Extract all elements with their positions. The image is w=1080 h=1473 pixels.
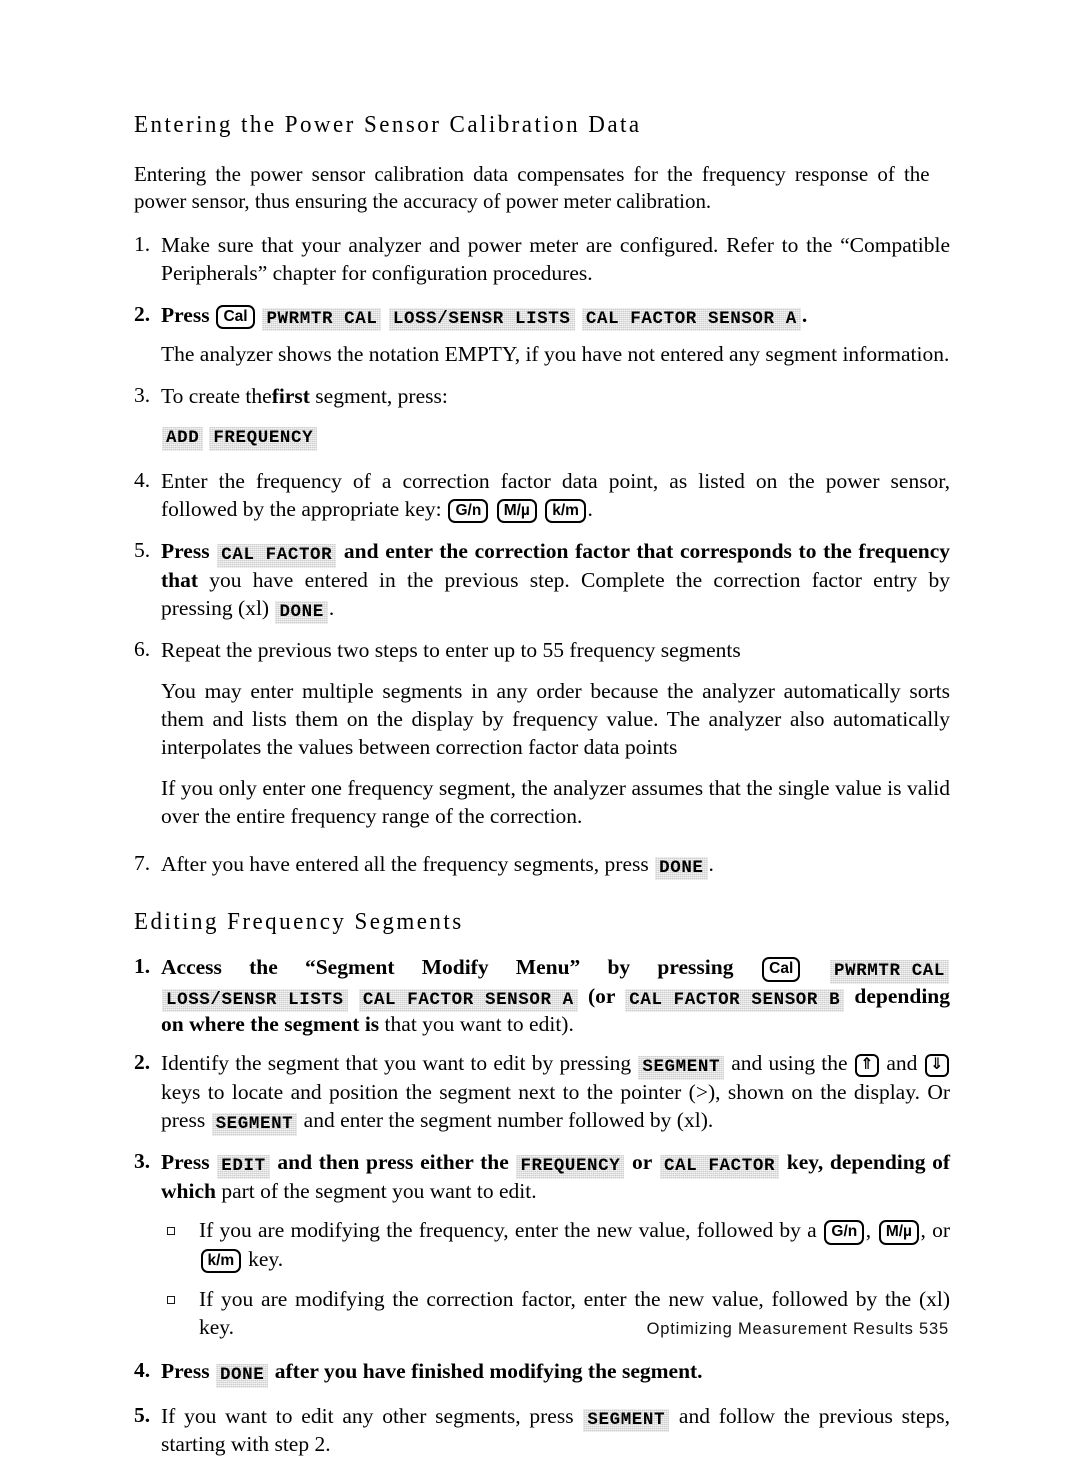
step6-paragraph-2: If you only enter one frequency segment,…: [161, 775, 950, 828]
bullet-text-a: If you are modifying the frequency, ente…: [199, 1218, 817, 1243]
step-item-5: 5. Press CAL FACTOR and enter the correc…: [134, 538, 950, 623]
softkey-loss-sensr-lists[interactable]: LOSS/SENSR LISTS: [389, 308, 575, 332]
hardkey-down-arrow-icon[interactable]: ⇓: [925, 1054, 949, 1078]
softkey-cal-factor[interactable]: CAL FACTOR: [217, 544, 336, 568]
square-bullet-icon: [167, 1227, 175, 1236]
hardkey-cal[interactable]: Cal: [216, 304, 255, 330]
step-item-7: 7. After you have entered all the freque…: [134, 851, 950, 880]
step-text-press: Press: [161, 1150, 210, 1175]
step-text-a: after you have finished modifying the se…: [274, 1359, 703, 1384]
edit-step-item-2: 2. Identify the segment that you want to…: [134, 1050, 950, 1135]
step-text-c: that you want to edit).: [384, 1012, 574, 1037]
step-number: 5.: [134, 538, 151, 563]
hardkey-k-m[interactable]: k/m: [545, 498, 586, 524]
softkey-pwrmtr-cal[interactable]: PWRMTR CAL: [262, 308, 381, 332]
step-text-a: Access the “Segment Modify Menu” by pres…: [161, 955, 734, 980]
edit-step-item-1: 1. Access the “Segment Modify Menu” by p…: [134, 954, 950, 1039]
step-period: .: [708, 851, 714, 876]
softkey-segment[interactable]: SEGMENT: [638, 1056, 724, 1080]
intro-paragraph: Entering the power sensor calibration da…: [134, 161, 930, 214]
step-number: 6.: [134, 637, 151, 662]
step3-softkey-row: ADD FREQUENCY: [161, 426, 950, 450]
step-text: After you have entered all the frequency…: [161, 851, 649, 876]
step-text-press: Press: [161, 1359, 210, 1384]
step-text-press: Press: [161, 302, 210, 327]
step-item-6: 6. Repeat the previous two steps to ente…: [134, 637, 950, 831]
softkey-cal-factor-sensor-a[interactable]: CAL FACTOR SENSOR A: [359, 989, 578, 1013]
step-text-a: Identify the segment that you want to ed…: [161, 1051, 632, 1076]
step-period: .: [328, 595, 335, 620]
step-text-b: segment, press:: [309, 384, 448, 409]
bullet-comma: ,: [865, 1218, 872, 1243]
softkey-segment[interactable]: SEGMENT: [212, 1113, 298, 1137]
step-number: 7.: [134, 850, 151, 875]
step-period: .: [587, 496, 593, 521]
hardkey-g-n[interactable]: G/n: [448, 498, 489, 524]
bullet-text-b: , or: [920, 1218, 950, 1243]
step-text-c: and: [886, 1051, 918, 1076]
step-text-a: If you want to edit any other segments, …: [161, 1403, 574, 1428]
step-text-a: and then press either the: [277, 1150, 509, 1175]
step-number: 2.: [134, 301, 151, 326]
step2-note: The analyzer shows the notation EMPTY, i…: [161, 342, 950, 367]
hardkey-up-arrow-icon[interactable]: ⇑: [855, 1054, 879, 1078]
edit-step-item-4: 4. Press DONE after you have finished mo…: [134, 1358, 950, 1387]
step-text-first-emphasis: first: [271, 384, 310, 409]
page-content: Entering the Power Sensor Calibration Da…: [134, 111, 950, 1473]
step-text: Repeat the previous two steps to enter u…: [161, 638, 741, 663]
step-number: 4.: [134, 1358, 151, 1383]
square-bullet-icon: [167, 1296, 175, 1305]
softkey-loss-sensr-lists[interactable]: LOSS/SENSR LISTS: [162, 989, 348, 1013]
step-text-or: or: [632, 1150, 653, 1175]
hardkey-g-n[interactable]: G/n: [824, 1220, 865, 1245]
step-number: 1.: [134, 231, 151, 256]
step-number: 1.: [134, 954, 151, 979]
subsection-title: Editing Frequency Segments: [134, 908, 464, 936]
bullet-text-c: key.: [248, 1246, 284, 1271]
step-number: 5.: [134, 1402, 151, 1427]
page-footer: Optimizing Measurement Results 535: [646, 1320, 949, 1338]
softkey-frequency[interactable]: FREQUENCY: [209, 427, 317, 451]
step-text-or: (or: [587, 983, 616, 1008]
hardkey-m-u[interactable]: M/µ: [878, 1220, 919, 1245]
softkey-add[interactable]: ADD: [162, 427, 203, 451]
edit-step-item-3: 3. Press EDIT and then press either the F…: [134, 1149, 950, 1205]
list-item: If you are modifying the frequency, ente…: [161, 1217, 950, 1274]
step-number: 2.: [134, 1050, 151, 1075]
step-text: Make sure that your analyzer and power m…: [161, 232, 950, 285]
hardkey-cal[interactable]: Cal: [762, 957, 801, 982]
softkey-cal-factor-sensor-a[interactable]: CAL FACTOR SENSOR A: [582, 308, 801, 332]
hardkey-k-m[interactable]: k/m: [200, 1248, 242, 1274]
softkey-edit[interactable]: EDIT: [217, 1155, 269, 1179]
step-number: 3.: [134, 1149, 151, 1174]
step6-paragraph-1: You may enter multiple segments in any o…: [161, 679, 950, 759]
step-item-1: 1. Make sure that your analyzer and powe…: [134, 232, 950, 288]
step-item-3: 3. To create thefirst segment, press:: [134, 383, 950, 411]
step-text-e: and enter the segment number followed by…: [303, 1107, 714, 1132]
softkey-cal-factor-sensor-b[interactable]: CAL FACTOR SENSOR B: [625, 989, 844, 1013]
hardkey-m-u[interactable]: M/µ: [496, 498, 537, 524]
step-text-press: Press: [161, 539, 210, 564]
page-title: Entering the Power Sensor Calibration Da…: [134, 111, 642, 138]
softkey-frequency[interactable]: FREQUENCY: [516, 1155, 624, 1179]
softkey-done[interactable]: DONE: [655, 857, 707, 881]
step-number: 4.: [134, 467, 151, 492]
step-item-4: 4. Enter the frequency of a correction f…: [134, 468, 950, 524]
document-page: Entering the Power Sensor Calibration Da…: [0, 0, 1080, 1456]
softkey-cal-factor[interactable]: CAL FACTOR: [660, 1155, 779, 1179]
step-text-a: To create the: [161, 384, 272, 409]
step-period: .: [801, 302, 808, 327]
step-number: 3.: [134, 383, 151, 408]
softkey-done[interactable]: DONE: [275, 601, 327, 625]
step-text-c: part of the segment you want to edit.: [221, 1178, 537, 1203]
step-item-2: 2. Press Cal PWRMTR CAL LOSS/SENSR LISTS…: [134, 302, 950, 331]
softkey-pwrmtr-cal[interactable]: PWRMTR CAL: [830, 960, 949, 984]
softkey-done[interactable]: DONE: [216, 1364, 268, 1388]
edit-step-item-5: 5. If you want to edit any other segment…: [134, 1403, 950, 1459]
softkey-segment[interactable]: SEGMENT: [583, 1409, 669, 1433]
step-text-b: and using the: [731, 1051, 848, 1076]
